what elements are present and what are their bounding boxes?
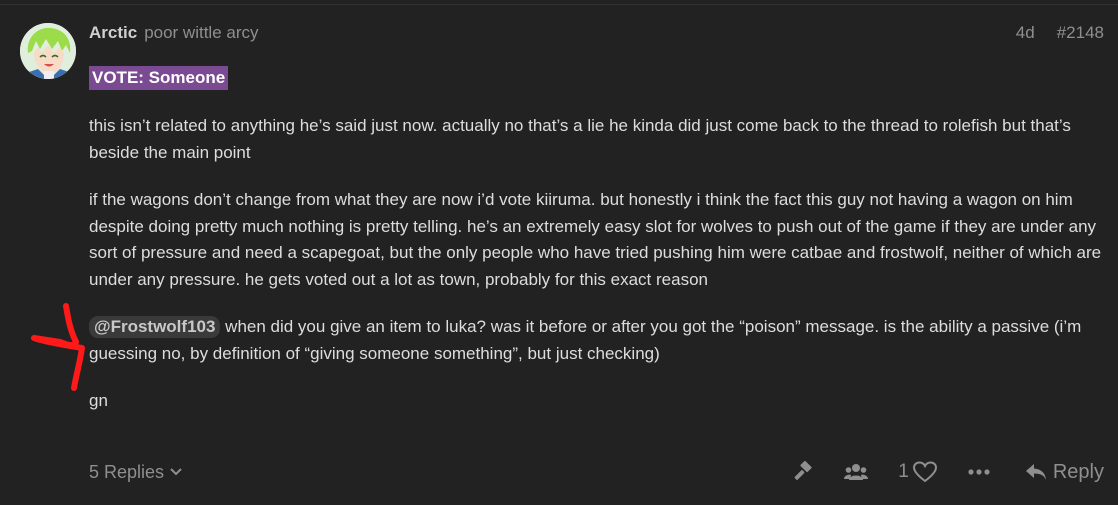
users-icon (844, 464, 869, 480)
gavel-icon (794, 461, 812, 480)
admin-gavel-button[interactable] (792, 461, 814, 483)
post-meta-right: 4d #2148 (1016, 20, 1104, 46)
reply-button[interactable]: Reply (1025, 461, 1104, 484)
heart-icon (912, 461, 937, 483)
post-number[interactable]: #2148 (1057, 23, 1104, 42)
user-title: poor wittle arcy (144, 23, 259, 42)
post-age[interactable]: 4d (1016, 23, 1035, 42)
reply-label: Reply (1052, 460, 1104, 483)
like-count: 1 (898, 461, 909, 482)
like-button[interactable]: 1 (898, 461, 937, 483)
mention-paragraph-text: when did you give an item to luka? was i… (89, 317, 1082, 363)
post-body: VOTE: Someone this isn’t related to anyt… (89, 46, 1104, 415)
reply-icon (1025, 464, 1046, 480)
post-footer: 5 Replies 1 Reply (89, 457, 1104, 487)
post-page: Arctic poor wittle arcy 4d #2148 VOTE: Som… (0, 0, 1118, 505)
post-paragraph: this isn’t related to anything he’s said… (89, 116, 1071, 162)
vote-highlight: VOTE: Someone (89, 66, 229, 90)
who-liked-button[interactable] (844, 462, 869, 482)
replies-toggle[interactable]: 5 Replies (89, 460, 182, 483)
post: Arctic poor wittle arcy 4d #2148 VOTE: Som… (89, 20, 1104, 415)
username[interactable]: Arctic (89, 23, 137, 42)
chevron-down-icon (170, 460, 182, 481)
post-paragraph: if the wagons don’t change from what the… (89, 190, 1102, 289)
more-options-button[interactable] (968, 469, 990, 475)
post-paragraph: @Frostwolf103 when did you give an item … (89, 314, 1104, 367)
replies-label: 5 Replies (89, 462, 165, 482)
avatar[interactable] (20, 23, 76, 79)
avatar-image (20, 23, 76, 79)
post-paragraph: gn (89, 391, 108, 410)
post-meta: Arctic poor wittle arcy 4d #2148 (89, 20, 1104, 46)
post-actions: 1 Reply (792, 457, 1104, 487)
ellipsis-icon (968, 469, 990, 475)
divider (0, 4, 1118, 5)
mention-link[interactable]: @Frostwolf103 (89, 316, 221, 338)
